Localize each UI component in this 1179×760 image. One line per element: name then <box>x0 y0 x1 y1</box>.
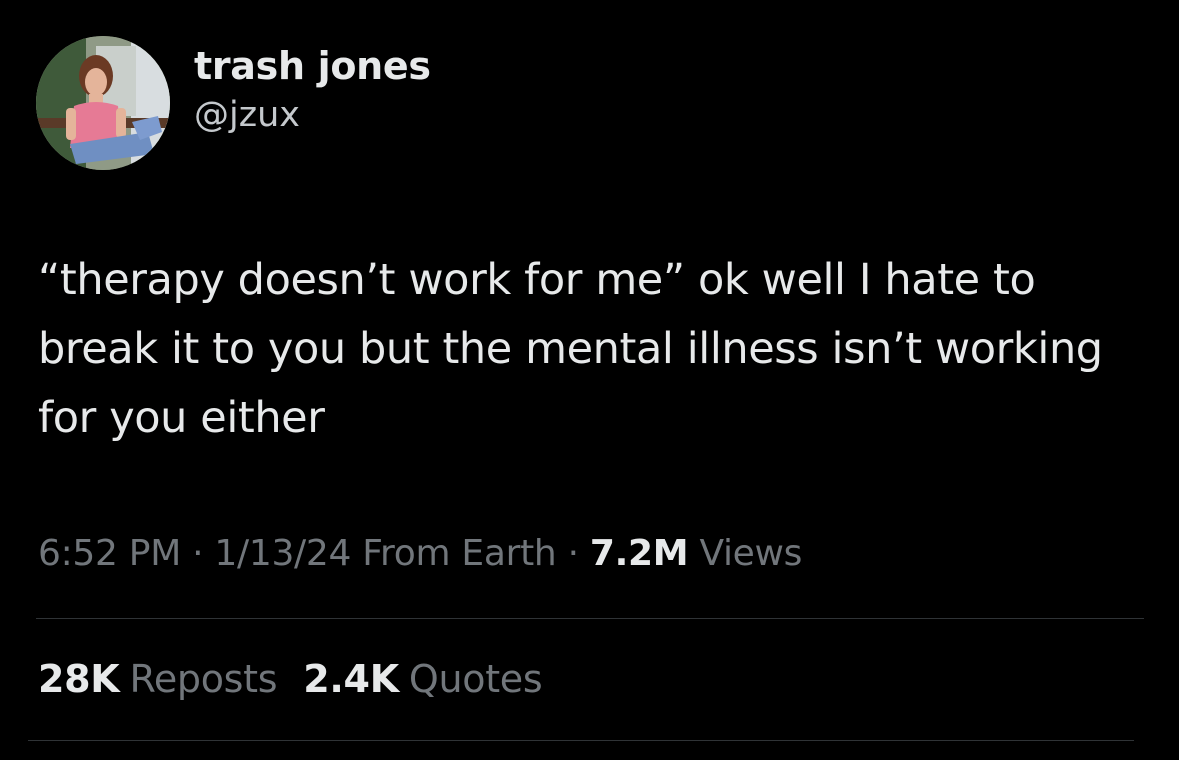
tweet-author[interactable]: trash jones @jzux <box>36 36 431 170</box>
divider <box>28 740 1134 741</box>
meta-separator: · <box>180 533 215 574</box>
engagement-stats: 28K Reposts 2.4K Quotes <box>38 654 568 704</box>
quotes-label: Quotes <box>408 657 543 701</box>
reposts-count: 28K <box>38 657 120 701</box>
display-name[interactable]: trash jones <box>194 43 431 89</box>
quotes-count: 2.4K <box>303 657 399 701</box>
author-names: trash jones @jzux <box>194 43 431 137</box>
tweet-metadata: 6:52 PM · 1/13/24 From Earth · 7.2M View… <box>38 530 802 578</box>
tweet-text: “therapy doesn’t work for me” ok well I … <box>38 255 1103 443</box>
avatar[interactable] <box>36 36 170 170</box>
tweet-detail: trash jones @jzux “therapy doesn’t work … <box>0 0 1179 760</box>
views-label: Views <box>699 533 803 574</box>
tweet-date[interactable]: 1/13/24 <box>214 533 351 574</box>
avatar-photo <box>36 36 170 170</box>
divider <box>36 618 1144 619</box>
reposts-stat[interactable]: 28K Reposts <box>38 654 278 704</box>
tweet-time[interactable]: 6:52 PM <box>38 533 181 574</box>
reposts-label: Reposts <box>129 657 278 701</box>
views-count: 7.2M <box>589 533 689 574</box>
meta-separator: · <box>556 533 590 574</box>
tweet-location: From Earth <box>362 533 557 574</box>
user-handle[interactable]: @jzux <box>194 93 431 137</box>
quotes-stat[interactable]: 2.4K Quotes <box>303 654 542 704</box>
